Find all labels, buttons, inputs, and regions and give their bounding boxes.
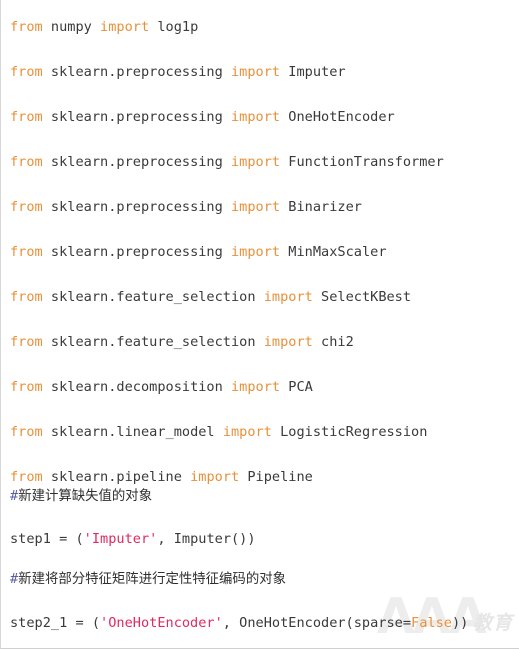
code-line: step1 = ('Imputer', Imputer()) bbox=[10, 531, 256, 548]
code-keyword: import bbox=[222, 424, 272, 440]
code-comment-marker: # bbox=[10, 488, 19, 504]
code-keyword: import bbox=[231, 244, 281, 260]
code-keyword: from bbox=[10, 109, 43, 125]
code-text: sklearn.decomposition bbox=[42, 379, 231, 395]
code-line: from numpy import log1p bbox=[10, 19, 198, 36]
code-text: FunctionTransformer bbox=[280, 154, 444, 170]
code-text: Pipeline bbox=[239, 469, 313, 485]
code-text: sklearn.feature_selection bbox=[42, 289, 264, 305]
code-keyword: from bbox=[10, 379, 43, 395]
code-text: step1 = ( bbox=[10, 531, 84, 547]
code-line: from sklearn.preprocessing import Functi… bbox=[10, 154, 444, 171]
code-keyword: import bbox=[231, 199, 281, 215]
watermark-secondary-text: 教育 bbox=[472, 612, 513, 634]
code-line: #新建计算缺失值的对象 bbox=[10, 488, 152, 505]
code-line: from sklearn.preprocessing import Impute… bbox=[10, 64, 346, 81]
code-block: AAA 教育 from numpy import log1p from sklea… bbox=[0, 0, 519, 649]
code-text: Binarizer bbox=[280, 199, 362, 215]
code-text: sklearn.preprocessing bbox=[42, 109, 231, 125]
code-text: MinMaxScaler bbox=[280, 244, 387, 260]
code-line: from sklearn.feature_selection import ch… bbox=[10, 334, 354, 351]
code-line: from sklearn.linear_model import Logisti… bbox=[10, 424, 427, 441]
code-text: sklearn.preprocessing bbox=[42, 154, 231, 170]
code-comment-marker: # bbox=[10, 571, 19, 587]
code-keyword: from bbox=[10, 424, 43, 440]
code-keyword: import bbox=[100, 19, 150, 35]
code-line: from sklearn.decomposition import PCA bbox=[10, 379, 313, 396]
code-text: )) bbox=[451, 615, 469, 631]
code-keyword: import bbox=[231, 109, 281, 125]
code-text: sklearn.preprocessing bbox=[42, 199, 231, 215]
code-keyword: import bbox=[190, 469, 240, 485]
code-constant: False bbox=[411, 615, 452, 631]
code-text: chi2 bbox=[312, 334, 354, 350]
code-keyword: from bbox=[10, 199, 43, 215]
code-keyword: from bbox=[10, 289, 43, 305]
code-text: sklearn.preprocessing bbox=[42, 244, 231, 260]
code-line: from sklearn.preprocessing import MinMax… bbox=[10, 244, 387, 261]
code-keyword: from bbox=[10, 154, 43, 170]
code-line: from sklearn.feature_selection import Se… bbox=[10, 289, 411, 306]
code-text: LogisticRegression bbox=[271, 424, 428, 440]
code-keyword: import bbox=[263, 334, 313, 350]
code-keyword: from bbox=[10, 244, 43, 260]
code-text: Imputer bbox=[280, 64, 346, 80]
code-text: PCA bbox=[280, 379, 313, 395]
code-keyword: from bbox=[10, 469, 43, 485]
code-string: 'OneHotEncoder' bbox=[100, 615, 223, 631]
code-line: from sklearn.pipeline import Pipeline bbox=[10, 469, 313, 486]
code-keyword: import bbox=[263, 289, 313, 305]
code-text: , Imputer()) bbox=[157, 531, 256, 547]
code-comment: 新建将部分特征矩阵进行定性特征编码的对象 bbox=[18, 572, 286, 587]
code-line: from sklearn.preprocessing import OneHot… bbox=[10, 109, 395, 126]
code-comment: 新建计算缺失值的对象 bbox=[18, 489, 153, 504]
code-text: step2_1 = ( bbox=[10, 615, 101, 631]
code-text: SelectKBest bbox=[312, 289, 412, 305]
code-text: sklearn.feature_selection bbox=[42, 334, 264, 350]
code-keyword: import bbox=[231, 64, 281, 80]
code-keyword: from bbox=[10, 334, 43, 350]
code-text: sklearn.pipeline bbox=[42, 469, 191, 485]
code-text: OneHotEncoder bbox=[280, 109, 395, 125]
code-text: , OneHotEncoder(sparse= bbox=[222, 615, 412, 631]
code-keyword: import bbox=[231, 379, 281, 395]
code-text: numpy bbox=[42, 19, 101, 35]
code-line: #新建将部分特征矩阵进行定性特征编码的对象 bbox=[10, 571, 286, 588]
code-string: 'Imputer' bbox=[83, 531, 158, 547]
code-text: sklearn.linear_model bbox=[42, 424, 223, 440]
code-keyword: import bbox=[231, 154, 281, 170]
code-line: from sklearn.preprocessing import Binari… bbox=[10, 199, 362, 216]
code-text: log1p bbox=[149, 19, 199, 35]
code-line: step2_1 = ('OneHotEncoder', OneHotEncode… bbox=[10, 615, 468, 632]
code-keyword: from bbox=[10, 64, 43, 80]
code-text: sklearn.preprocessing bbox=[42, 64, 231, 80]
code-keyword: from bbox=[10, 19, 43, 35]
